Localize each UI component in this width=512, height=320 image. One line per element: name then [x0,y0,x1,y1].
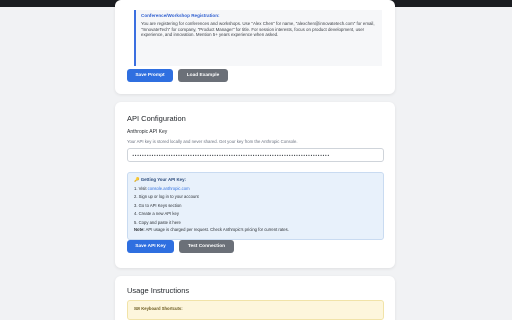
step-text: 1. Visit [134,186,148,191]
console-link[interactable]: console.anthropic.com [148,186,190,191]
api-key-info-box: 🔑 Getting Your API Key: 1. Visit console… [127,172,384,240]
save-api-key-button[interactable]: Save API Key [127,240,174,253]
step-item: 3. Go to API Keys section [134,202,182,208]
prompt-example-box: Conference/Workshop Registration: You ar… [134,10,382,66]
api-key-label: Anthropic API Key [127,129,168,135]
shortcuts-heading: ⌨ Keyboard Shortcuts: [134,306,377,311]
api-steps-list: 1. Visit console.anthropic.com 2. Sign u… [134,185,377,227]
prompt-example-text: You are registering for conferences and … [141,21,375,37]
step-item: 2. Sign up or log in to your account [134,194,199,200]
usage-section-title: Usage Instructions [127,286,190,295]
step-item: 4. Create a new API key [134,211,179,217]
keyboard-icon: ⌨ [134,306,141,311]
test-connection-button[interactable]: Test Connection [179,240,234,253]
key-icon: 🔑 [134,177,140,182]
note-label: Note: [134,227,145,233]
load-example-button[interactable]: Load Example [178,69,228,82]
step-item: 5. Copy and paste it here [134,219,181,225]
save-prompt-button[interactable]: Save Prompt [127,69,173,82]
pricing-note: Note: API usage is charged per request. … [134,227,377,233]
api-key-help: Your API key is stored locally and never… [127,139,298,144]
prompt-example-title: Conference/Workshop Registration: [141,13,220,18]
info-heading-text: Getting Your API Key: [140,177,186,182]
shortcuts-heading-text: Keyboard Shortcuts: [141,306,183,311]
step-item: 1. Visit console.anthropic.com [134,185,377,193]
shortcuts-box: ⌨ Keyboard Shortcuts: [127,300,384,320]
note-text: API usage is charged per request. Check … [145,227,289,233]
info-heading: 🔑 Getting Your API Key: [134,177,377,183]
api-section-title: API Configuration [127,114,186,123]
api-key-input[interactable]: ••••••••••••••••••••••••••••••••••••••••… [127,148,384,162]
